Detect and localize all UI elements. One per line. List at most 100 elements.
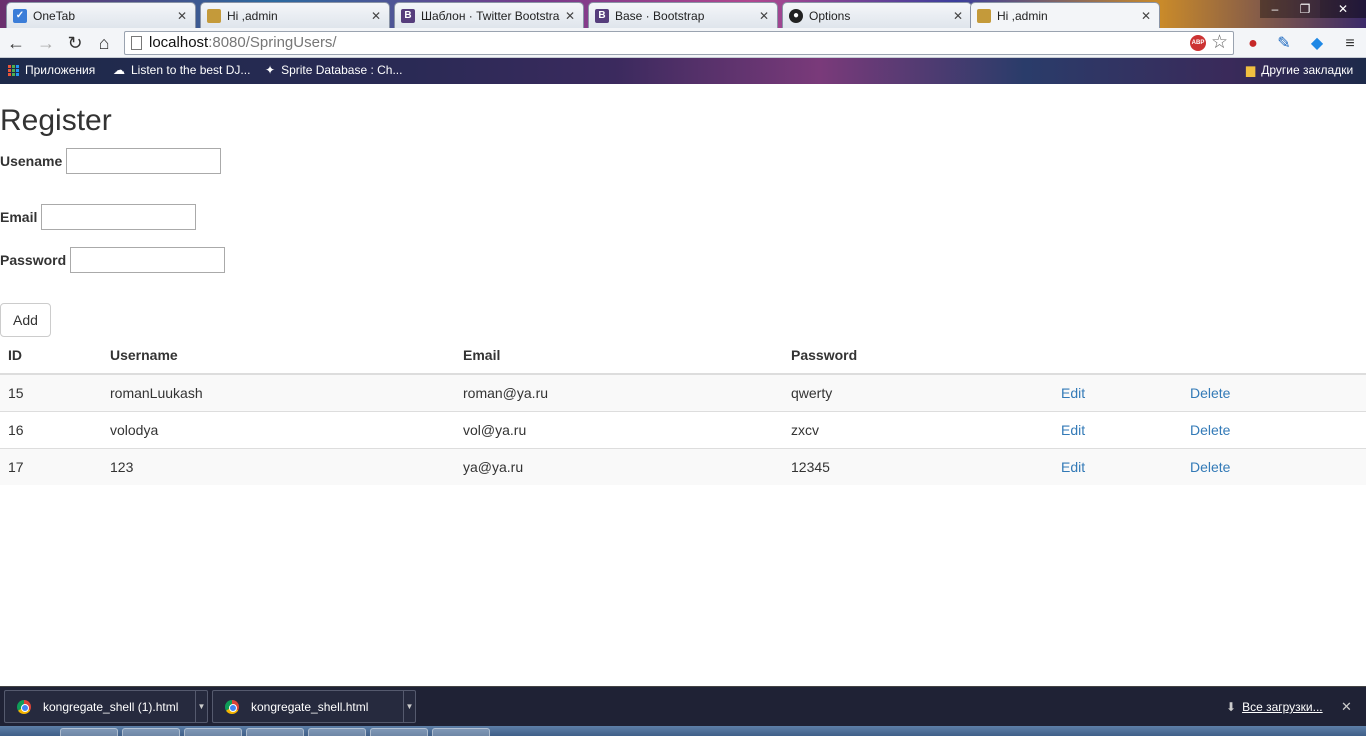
all-downloads-link[interactable]: ⬇ Все загрузки... xyxy=(1226,700,1323,714)
tab-title: Hi ,admin xyxy=(227,8,278,23)
header-email: Email xyxy=(455,337,783,375)
cell-email: roman@ya.ru xyxy=(455,373,783,411)
username-field[interactable] xyxy=(66,148,222,174)
cell-edit: Edit xyxy=(1053,410,1182,448)
cell-username: volodya xyxy=(102,410,455,448)
edit-link[interactable]: Edit xyxy=(1061,385,1085,401)
cell-id: 16 xyxy=(0,410,102,448)
tab-close-icon[interactable]: ✕ xyxy=(1139,9,1153,23)
tab-title: Hi ,admin xyxy=(997,8,1048,23)
password-field[interactable] xyxy=(70,247,226,273)
home-icon[interactable]: ⌂ xyxy=(92,32,116,54)
cell-delete: Delete xyxy=(1182,447,1366,485)
download-filename: kongregate_shell.html xyxy=(251,699,369,714)
github-icon: ● xyxy=(789,8,803,23)
edit-link[interactable]: Edit xyxy=(1061,422,1085,438)
tab-close-icon[interactable]: ✕ xyxy=(175,9,189,23)
cell-username: romanLuukash xyxy=(102,373,455,411)
password-label: Password xyxy=(0,252,67,268)
bookmark-apps[interactable]: Приложения xyxy=(8,63,95,77)
tab-close-icon[interactable]: ✕ xyxy=(369,9,383,23)
taskbar-button[interactable] xyxy=(122,728,180,736)
table-header-row: ID Username Email Password xyxy=(0,337,1366,375)
table-row: 17 123 ya@ya.ru 12345 Edit Delete xyxy=(0,447,1366,485)
tab-hi-admin-active[interactable]: Hi ,admin ✕ xyxy=(970,2,1160,28)
folder-icon: ▆ xyxy=(1246,63,1256,77)
delete-link[interactable]: Delete xyxy=(1190,459,1230,475)
tab-title: Options xyxy=(809,8,851,23)
shield-extension-icon[interactable]: ◆ xyxy=(1307,34,1327,54)
page-icon xyxy=(131,36,142,50)
browser-toolbar: ← → ↻ ⌂ localhost:8080/SpringUsers/ ABP … xyxy=(0,28,1366,58)
tab-options[interactable]: ● Options ✕ xyxy=(782,2,972,28)
cell-delete: Delete xyxy=(1182,373,1366,411)
page-icon xyxy=(977,8,991,23)
chevron-down-icon[interactable]: ▼ xyxy=(195,691,207,722)
edit-link[interactable]: Edit xyxy=(1061,459,1085,475)
close-icon[interactable]: ✕ xyxy=(1341,699,1352,715)
taskbar-button[interactable] xyxy=(246,728,304,736)
bookmark-item[interactable]: ☁ Listen to the best DJ... xyxy=(113,63,250,77)
bootstrap-icon: B xyxy=(401,8,415,23)
bookmarks-bar: Приложения ☁ Listen to the best DJ... ✦ … xyxy=(0,58,1366,84)
download-item[interactable]: kongregate_shell (1).html ▼ xyxy=(4,690,208,723)
forward-icon[interactable]: → xyxy=(34,32,58,54)
address-bar[interactable]: localhost:8080/SpringUsers/ xyxy=(124,31,1234,55)
taskbar-button[interactable] xyxy=(370,728,428,736)
tab-title: Шаблон · Twitter Bootstra xyxy=(421,8,560,23)
reload-icon[interactable]: ↻ xyxy=(63,32,87,54)
maximize-icon[interactable]: ❐ xyxy=(1290,0,1320,18)
tab-close-icon[interactable]: ✕ xyxy=(951,9,965,23)
adblock-extension-icon[interactable]: ● xyxy=(1243,34,1263,54)
tab-bootstrap-base[interactable]: B Base · Bootstrap ✕ xyxy=(588,2,778,28)
page-icon xyxy=(207,8,221,23)
cell-id: 17 xyxy=(0,447,102,485)
tab-title: Base · Bootstrap xyxy=(615,8,705,23)
bookmark-label: Приложения xyxy=(25,63,96,77)
apps-grid-icon xyxy=(8,64,19,76)
email-row: Email xyxy=(0,204,197,230)
header-username: Username xyxy=(102,337,455,375)
download-item[interactable]: kongregate_shell.html ▼ xyxy=(212,690,416,723)
address-host: localhost xyxy=(149,34,209,51)
menu-icon[interactable]: ≡ xyxy=(1340,34,1360,54)
chrome-file-icon xyxy=(225,699,239,714)
bookmark-item[interactable]: ✦ Sprite Database : Ch... xyxy=(265,63,402,77)
bookmark-label: Другие закладки xyxy=(1261,63,1354,77)
page-title: Register xyxy=(0,104,112,137)
tab-close-icon[interactable]: ✕ xyxy=(563,9,577,23)
cell-password: zxcv xyxy=(783,410,1053,448)
window-controls: – ❐ ✕ xyxy=(1260,0,1366,18)
window-close-icon[interactable]: ✕ xyxy=(1320,0,1366,18)
cell-edit: Edit xyxy=(1053,447,1182,485)
tab-bootstrap-template[interactable]: B Шаблон · Twitter Bootstra ✕ xyxy=(394,2,584,28)
users-table: ID Username Email Password 15 romanLuuka… xyxy=(0,337,1366,485)
downloads-bar: kongregate_shell (1).html ▼ kongregate_s… xyxy=(0,686,1366,726)
cell-username: 123 xyxy=(102,447,455,485)
taskbar-button[interactable] xyxy=(308,728,366,736)
delete-link[interactable]: Delete xyxy=(1190,385,1230,401)
download-arrow-icon: ⬇ xyxy=(1226,700,1237,714)
minimize-icon[interactable]: – xyxy=(1260,0,1290,18)
back-icon[interactable]: ← xyxy=(4,32,28,54)
taskbar-button[interactable] xyxy=(60,728,118,736)
delete-link[interactable]: Delete xyxy=(1190,422,1230,438)
tab-onetab[interactable]: ✓ OneTab ✕ xyxy=(6,2,196,28)
tab-hi-admin[interactable]: Hi ,admin ✕ xyxy=(200,2,390,28)
tab-close-icon[interactable]: ✕ xyxy=(757,9,771,23)
cloud-icon: ☁ xyxy=(113,63,125,77)
chevron-down-icon[interactable]: ▼ xyxy=(403,691,415,722)
username-label: Usename xyxy=(0,153,63,169)
email-field[interactable] xyxy=(41,204,197,230)
chrome-file-icon xyxy=(17,699,31,714)
dropper-extension-icon[interactable]: ✎ xyxy=(1274,34,1294,54)
bootstrap-icon: B xyxy=(595,8,609,23)
email-label: Email xyxy=(0,209,38,225)
page-content: Register Usename Email Password Add ID U… xyxy=(0,84,1366,686)
bookmark-star-icon[interactable]: ☆ xyxy=(1211,31,1228,54)
taskbar-button[interactable] xyxy=(184,728,242,736)
adblock-icon[interactable]: ABP xyxy=(1190,35,1206,51)
taskbar-button[interactable] xyxy=(432,728,490,736)
bookmark-other[interactable]: ▆ Другие закладки xyxy=(1246,63,1353,77)
add-button[interactable]: Add xyxy=(0,303,51,337)
